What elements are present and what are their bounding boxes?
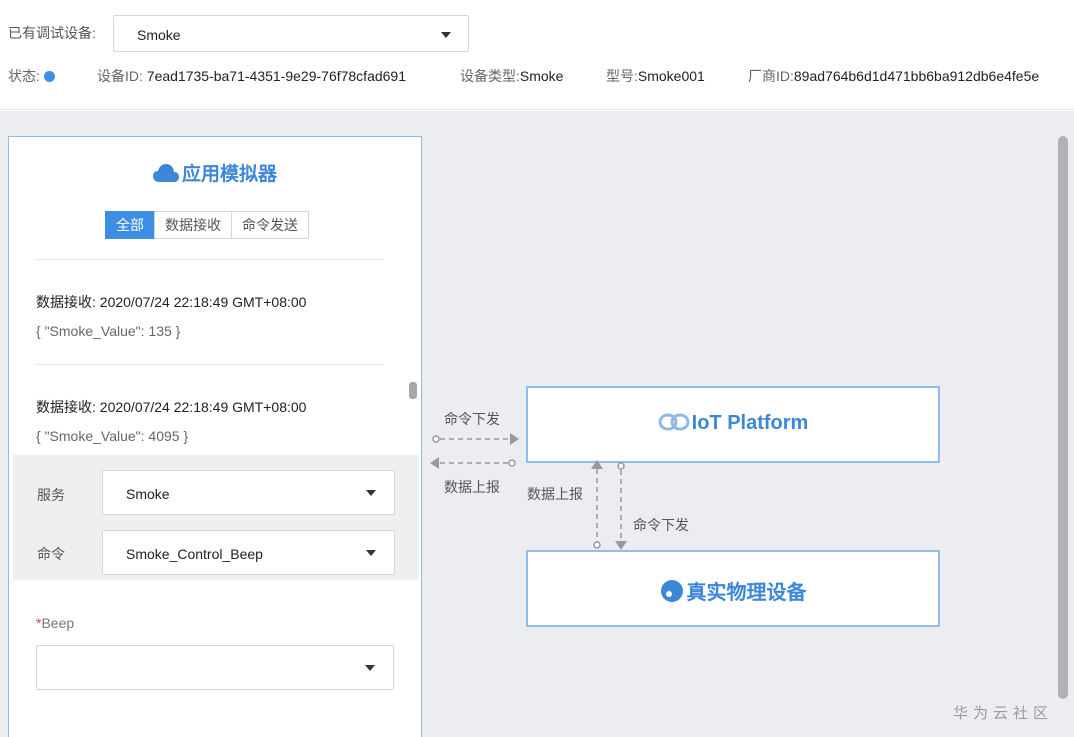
device-type-label: 设备类型: <box>460 68 520 84</box>
service-select-value: Smoke <box>126 486 170 502</box>
arrow-left-icon <box>430 457 439 469</box>
log-entry-payload: { "Smoke_Value": 135 } <box>36 323 181 339</box>
log-entry-label: 数据接收 <box>36 294 92 310</box>
log-entry-payload: { "Smoke_Value": 4095 } <box>36 428 189 444</box>
log-filter-tabs: 全部 数据接收 命令发送 <box>105 211 309 239</box>
status-online-icon <box>43 71 55 82</box>
iot-platform-title: IoT Platform <box>528 412 938 435</box>
vendor-id-value: 89ad764b6d1d471bb6ba912db6e4fe5e <box>793 68 1040 84</box>
tab-all[interactable]: 全部 <box>105 211 155 239</box>
data-up-side-label: 数据上报 <box>527 486 583 502</box>
physical-device-title: 真实物理设备 <box>528 576 938 605</box>
connector-dot <box>593 541 601 549</box>
command-down-label: 命令下发 <box>444 411 500 427</box>
device-select-value: Smoke <box>137 27 181 43</box>
iot-platform-node: IoT Platform <box>526 386 940 463</box>
log-scrollbar[interactable] <box>409 382 417 399</box>
physical-device-node: 真实物理设备 <box>526 550 940 627</box>
page-scrollbar[interactable] <box>1058 136 1068 699</box>
connector-dot <box>508 459 516 467</box>
debug-canvas: 应用模拟器 全部 数据接收 命令发送 数据接收: 2020/07/24 22:1… <box>0 111 1074 737</box>
log-entry-header: 数据接收: 2020/07/24 22:18:49 GMT+08:00 <box>36 292 306 312</box>
beep-select[interactable] <box>36 645 394 690</box>
device-type-value: Smoke <box>519 68 564 84</box>
chevron-down-icon <box>441 32 451 38</box>
beep-label: *Beep <box>36 615 74 631</box>
status-label: 状态: <box>8 68 40 84</box>
log-divider <box>36 259 384 260</box>
message-log[interactable]: 数据接收: 2020/07/24 22:18:49 GMT+08:00 { "S… <box>9 255 409 455</box>
model-label: 型号: <box>606 68 638 84</box>
vendor-id-label: 厂商ID: <box>748 68 794 84</box>
device-id-label: 设备ID: <box>97 68 143 84</box>
chevron-down-icon <box>366 490 376 496</box>
model-value: Smoke001 <box>637 68 705 84</box>
simulator-title-text: 应用模拟器 <box>181 164 277 185</box>
chevron-down-icon <box>366 550 376 556</box>
watermark: 华为云社区 <box>953 705 1054 722</box>
device-id-value: 7ead1735-ba71-4351-9e29-76f78cfad691 <box>146 68 407 84</box>
command-select[interactable]: Smoke_Control_Beep <box>102 530 395 575</box>
physical-device-label: 真实物理设备 <box>686 582 807 604</box>
command-form: 服务 Smoke 命令 Smoke_Control_Beep <box>13 455 419 580</box>
command-label: 命令 <box>37 546 65 562</box>
data-up-label: 数据上报 <box>444 479 500 495</box>
command-select-value: Smoke_Control_Beep <box>126 546 263 562</box>
tab-command-send[interactable]: 命令发送 <box>231 211 309 239</box>
iot-platform-label: IoT Platform <box>691 412 809 434</box>
connector-dot <box>617 462 625 470</box>
service-select[interactable]: Smoke <box>102 470 395 515</box>
arrow-down-icon <box>615 541 627 550</box>
iot-logo-icon <box>658 413 690 431</box>
platform-device-arrows <box>591 460 627 550</box>
device-select-label: 已有调试设备: <box>8 25 96 41</box>
connector-dot <box>432 435 440 443</box>
tab-data-receive[interactable]: 数据接收 <box>154 211 232 239</box>
beep-label-text: Beep <box>41 615 75 631</box>
log-entry-label: 数据接收 <box>36 399 92 415</box>
log-entry-time: : 2020/07/24 22:18:49 GMT+08:00 <box>92 399 307 415</box>
device-icon <box>660 580 683 602</box>
command-down-side-label: 命令下发 <box>633 517 689 533</box>
log-divider <box>36 364 384 365</box>
service-label: 服务 <box>37 487 65 503</box>
app-simulator-panel: 应用模拟器 全部 数据接收 命令发送 数据接收: 2020/07/24 22:1… <box>8 136 422 737</box>
arrow-right-icon <box>510 433 519 445</box>
log-entry-header: 数据接收: 2020/07/24 22:18:49 GMT+08:00 <box>36 397 306 417</box>
arrow-up-icon <box>591 460 603 469</box>
device-info-header: 已有调试设备: Smoke 状态: 设备ID: 7ead1735-ba71-43… <box>0 0 1074 110</box>
chevron-down-icon <box>365 665 375 671</box>
simulator-title: 应用模拟器 <box>9 159 421 186</box>
cloud-icon <box>152 164 179 182</box>
device-select[interactable]: Smoke <box>113 15 469 52</box>
log-entry-time: : 2020/07/24 22:18:49 GMT+08:00 <box>92 294 307 310</box>
